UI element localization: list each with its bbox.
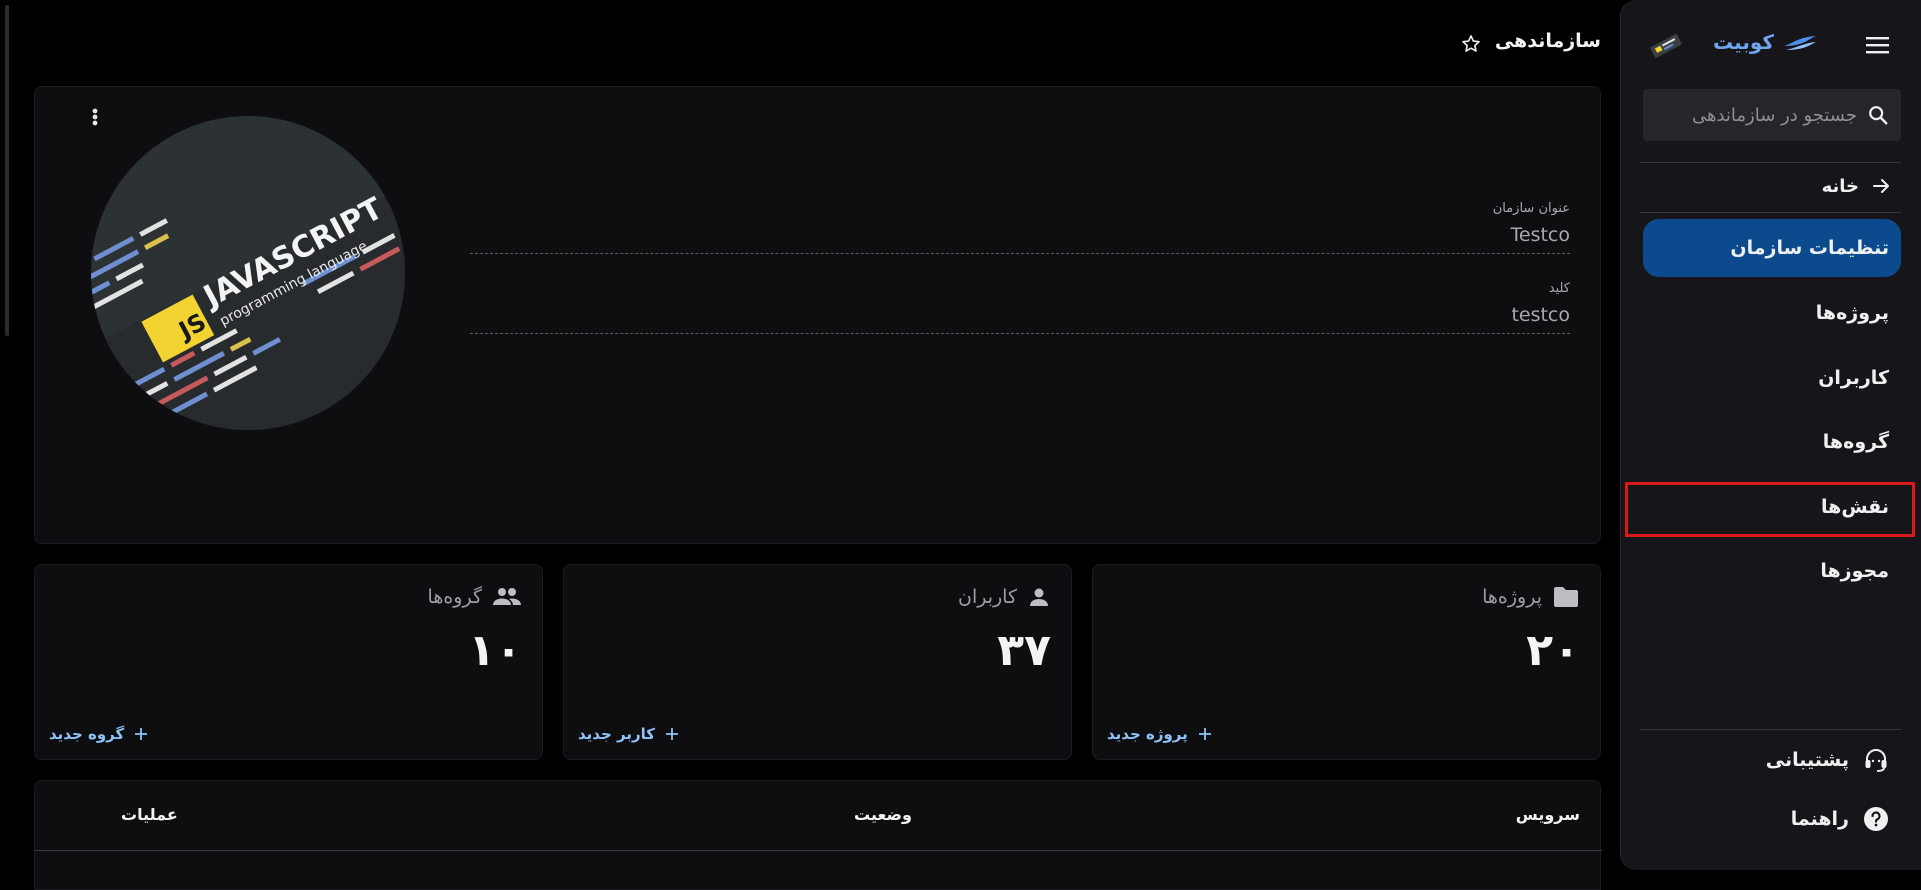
more-options-icon[interactable]: [81, 103, 109, 131]
group-icon: [492, 585, 522, 609]
sidebar-item-label: نقش‌ها: [1821, 496, 1889, 518]
org-avatar-icon[interactable]: [1649, 30, 1683, 62]
org-key-input[interactable]: [470, 304, 1570, 334]
org-name-label: عنوان سازمان: [1492, 201, 1570, 216]
sidebar-item-projects[interactable]: پروژه‌ها: [1643, 284, 1901, 342]
sidebar-item-label: کاربران: [1818, 367, 1889, 389]
stat-label: کاربران: [957, 586, 1017, 608]
sidebar-divider: [1640, 729, 1901, 730]
sidebar-item-groups[interactable]: گروه‌ها: [1643, 413, 1901, 471]
services-table: سرویس وضعیت عملیات: [34, 780, 1602, 890]
sidebar: کوبیت خانه تنظیمات سازمان پروژه‌ها کاربر…: [1620, 0, 1921, 870]
sidebar-item-org-settings[interactable]: تنظیمات سازمان: [1643, 219, 1901, 277]
sidebar-help-link[interactable]: راهنما: [1643, 801, 1901, 837]
plus-icon: [665, 727, 679, 741]
sidebar-search: [1622, 89, 1901, 141]
help-icon: [1863, 806, 1889, 832]
sidebar-item-label: گروه‌ها: [1822, 431, 1889, 453]
page-scrollbar[interactable]: [5, 5, 9, 336]
sidebar-item-home[interactable]: خانه: [1643, 168, 1901, 204]
org-name-input[interactable]: [470, 224, 1570, 254]
new-user-button[interactable]: کاربر جدید: [578, 725, 679, 743]
new-project-label: پروژه جدید: [1107, 725, 1188, 743]
table-header-divider: [35, 850, 1602, 851]
plus-icon: [1198, 727, 1212, 741]
column-header-service[interactable]: سرویس: [1516, 805, 1580, 824]
org-name-field: عنوان سازمان: [470, 201, 1570, 254]
stat-value: ۳۷: [997, 625, 1051, 676]
column-header-actions[interactable]: عملیات: [121, 805, 178, 824]
support-label: پشتیبانی: [1765, 749, 1849, 771]
org-settings-card: JS JAVASCRIPT programming language عنوان…: [34, 86, 1601, 544]
brand-logo[interactable]: کوبیت: [1713, 30, 1818, 54]
new-group-button[interactable]: گروه جدید: [49, 725, 148, 743]
org-key-label: کلید: [1548, 281, 1570, 296]
favorite-star-icon[interactable]: [1460, 33, 1482, 55]
help-label: راهنما: [1790, 808, 1849, 830]
org-logo-image[interactable]: JS JAVASCRIPT programming language: [91, 116, 405, 430]
new-group-label: گروه جدید: [49, 725, 125, 743]
stat-value: ۲۰: [1526, 625, 1580, 676]
brand-wave-icon: [1782, 32, 1818, 52]
sidebar-item-label: مجوزها: [1820, 560, 1889, 582]
arrow-right-icon: [1871, 176, 1891, 196]
sidebar-item-label: تنظیمات سازمان: [1730, 237, 1889, 259]
sidebar-item-permissions[interactable]: مجوزها: [1643, 542, 1901, 600]
sidebar-item-users[interactable]: کاربران: [1643, 349, 1901, 407]
sidebar-divider: [1640, 162, 1901, 163]
plus-icon: [134, 727, 148, 741]
sidebar-item-home-label: خانه: [1821, 175, 1859, 197]
sidebar-support-link[interactable]: پشتیبانی: [1643, 742, 1901, 778]
stat-card-groups: گروه‌ها ۱۰ گروه جدید: [34, 564, 543, 760]
stat-label: پروژه‌ها: [1482, 586, 1542, 608]
folder-icon: [1552, 585, 1580, 609]
org-key-field: کلید: [470, 281, 1570, 334]
sidebar-item-label: پروژه‌ها: [1815, 302, 1889, 324]
page-title: سازماندهی: [1494, 30, 1601, 52]
stat-value: ۱۰: [468, 625, 522, 676]
column-header-status[interactable]: وضعیت: [854, 805, 912, 824]
sidebar-search-input[interactable]: [1622, 104, 1867, 126]
stat-card-users: کاربران ۳۷ کاربر جدید: [563, 564, 1072, 760]
search-icon: [1867, 104, 1889, 126]
user-icon: [1027, 585, 1051, 609]
headset-icon: [1863, 747, 1889, 773]
stat-card-projects: پروژه‌ها ۲۰ پروژه جدید: [1092, 564, 1601, 760]
stat-label: گروه‌ها: [427, 586, 482, 608]
new-project-button[interactable]: پروژه جدید: [1107, 725, 1212, 743]
sidebar-item-roles[interactable]: نقش‌ها: [1643, 478, 1901, 536]
brand-name: کوبیت: [1712, 30, 1774, 54]
new-user-label: کاربر جدید: [578, 725, 655, 743]
menu-icon[interactable]: [1865, 34, 1891, 56]
sidebar-divider: [1640, 212, 1901, 213]
